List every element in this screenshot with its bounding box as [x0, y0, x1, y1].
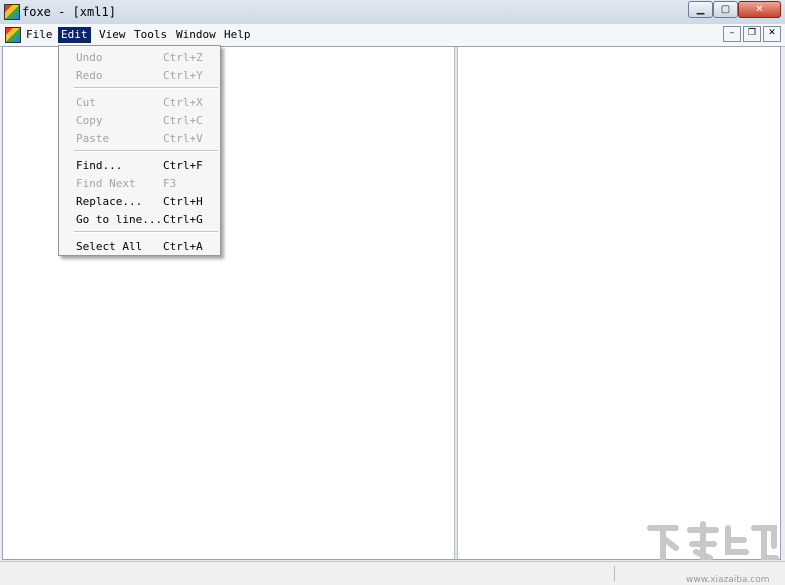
- menu-tools[interactable]: Tools: [131, 27, 170, 43]
- close-button[interactable]: ✕: [738, 1, 781, 18]
- menu-item-shortcut: F3: [163, 177, 177, 190]
- menu-item-replace[interactable]: Replace... Ctrl+H: [59, 192, 220, 210]
- window-controls: ▁ ▢ ✕: [688, 1, 781, 18]
- menu-item-go-to-line[interactable]: Go to line... Ctrl+G: [59, 210, 220, 228]
- menu-help[interactable]: Help: [221, 27, 254, 43]
- menu-item-shortcut: Ctrl+H: [163, 195, 203, 208]
- menu-item-label: Undo: [76, 51, 103, 64]
- minimize-button[interactable]: ▁: [688, 1, 713, 18]
- menu-item-shortcut: Ctrl+A: [163, 240, 203, 253]
- menu-item-label: Go to line...: [76, 213, 163, 226]
- watermark: www.xiazaiba.com: [646, 520, 780, 585]
- mdi-restore-button[interactable]: ❐: [743, 26, 761, 42]
- menu-item-label: Copy: [76, 114, 103, 127]
- app-icon[interactable]: [4, 4, 20, 20]
- window-title: foxe - [xml1]: [22, 5, 116, 19]
- menu-item-label: Paste: [76, 132, 110, 145]
- mdi-minimize-button[interactable]: –: [723, 26, 741, 42]
- edit-menu-dropdown: Undo Ctrl+Z Redo Ctrl+Y Cut Ctrl+X Copy …: [58, 45, 221, 256]
- menu-window[interactable]: Window: [173, 27, 219, 43]
- menu-separator: [74, 87, 218, 89]
- menu-item-paste[interactable]: Paste Ctrl+V: [59, 129, 220, 147]
- menu-item-label: Redo: [76, 69, 103, 82]
- text-pane[interactable]: [458, 47, 780, 559]
- menu-item-find-next[interactable]: Find Next F3: [59, 174, 220, 192]
- menu-file[interactable]: File: [23, 27, 56, 43]
- menu-view[interactable]: View: [96, 27, 129, 43]
- menu-item-undo[interactable]: Undo Ctrl+Z: [59, 48, 220, 66]
- menu-item-shortcut: Ctrl+V: [163, 132, 203, 145]
- menu-item-find[interactable]: Find... Ctrl+F: [59, 156, 220, 174]
- menu-item-label: Find Next: [76, 177, 136, 190]
- title-bar[interactable]: foxe - [xml1] ▁ ▢ ✕: [0, 0, 785, 24]
- menu-item-shortcut: Ctrl+Z: [163, 51, 203, 64]
- maximize-button[interactable]: ▢: [713, 1, 738, 18]
- menu-item-shortcut: Ctrl+F: [163, 159, 203, 172]
- menu-item-shortcut: Ctrl+X: [163, 96, 203, 109]
- menu-separator: [74, 231, 218, 233]
- watermark-logo: [647, 521, 779, 561]
- menu-item-redo[interactable]: Redo Ctrl+Y: [59, 66, 220, 84]
- document-icon[interactable]: [5, 27, 21, 43]
- mdi-controls: – ❐ ✕: [721, 26, 781, 42]
- menu-item-label: Find...: [76, 159, 123, 172]
- menu-item-label: Select All: [76, 240, 143, 253]
- menu-separator: [74, 150, 218, 152]
- menu-item-cut[interactable]: Cut Ctrl+X: [59, 93, 220, 111]
- menu-item-label: Replace...: [76, 195, 143, 208]
- menu-item-select-all[interactable]: Select All Ctrl+A: [59, 237, 220, 255]
- menu-bar: File Edit View Tools Window Help – ❐ ✕: [0, 24, 785, 47]
- mdi-close-button[interactable]: ✕: [763, 26, 781, 42]
- menu-item-label: Cut: [76, 96, 96, 109]
- menu-item-copy[interactable]: Copy Ctrl+C: [59, 111, 220, 129]
- menu-item-shortcut: Ctrl+C: [163, 114, 203, 127]
- menu-edit[interactable]: Edit: [58, 27, 91, 43]
- menu-item-shortcut: Ctrl+G: [163, 213, 203, 226]
- menu-item-shortcut: Ctrl+Y: [163, 69, 203, 82]
